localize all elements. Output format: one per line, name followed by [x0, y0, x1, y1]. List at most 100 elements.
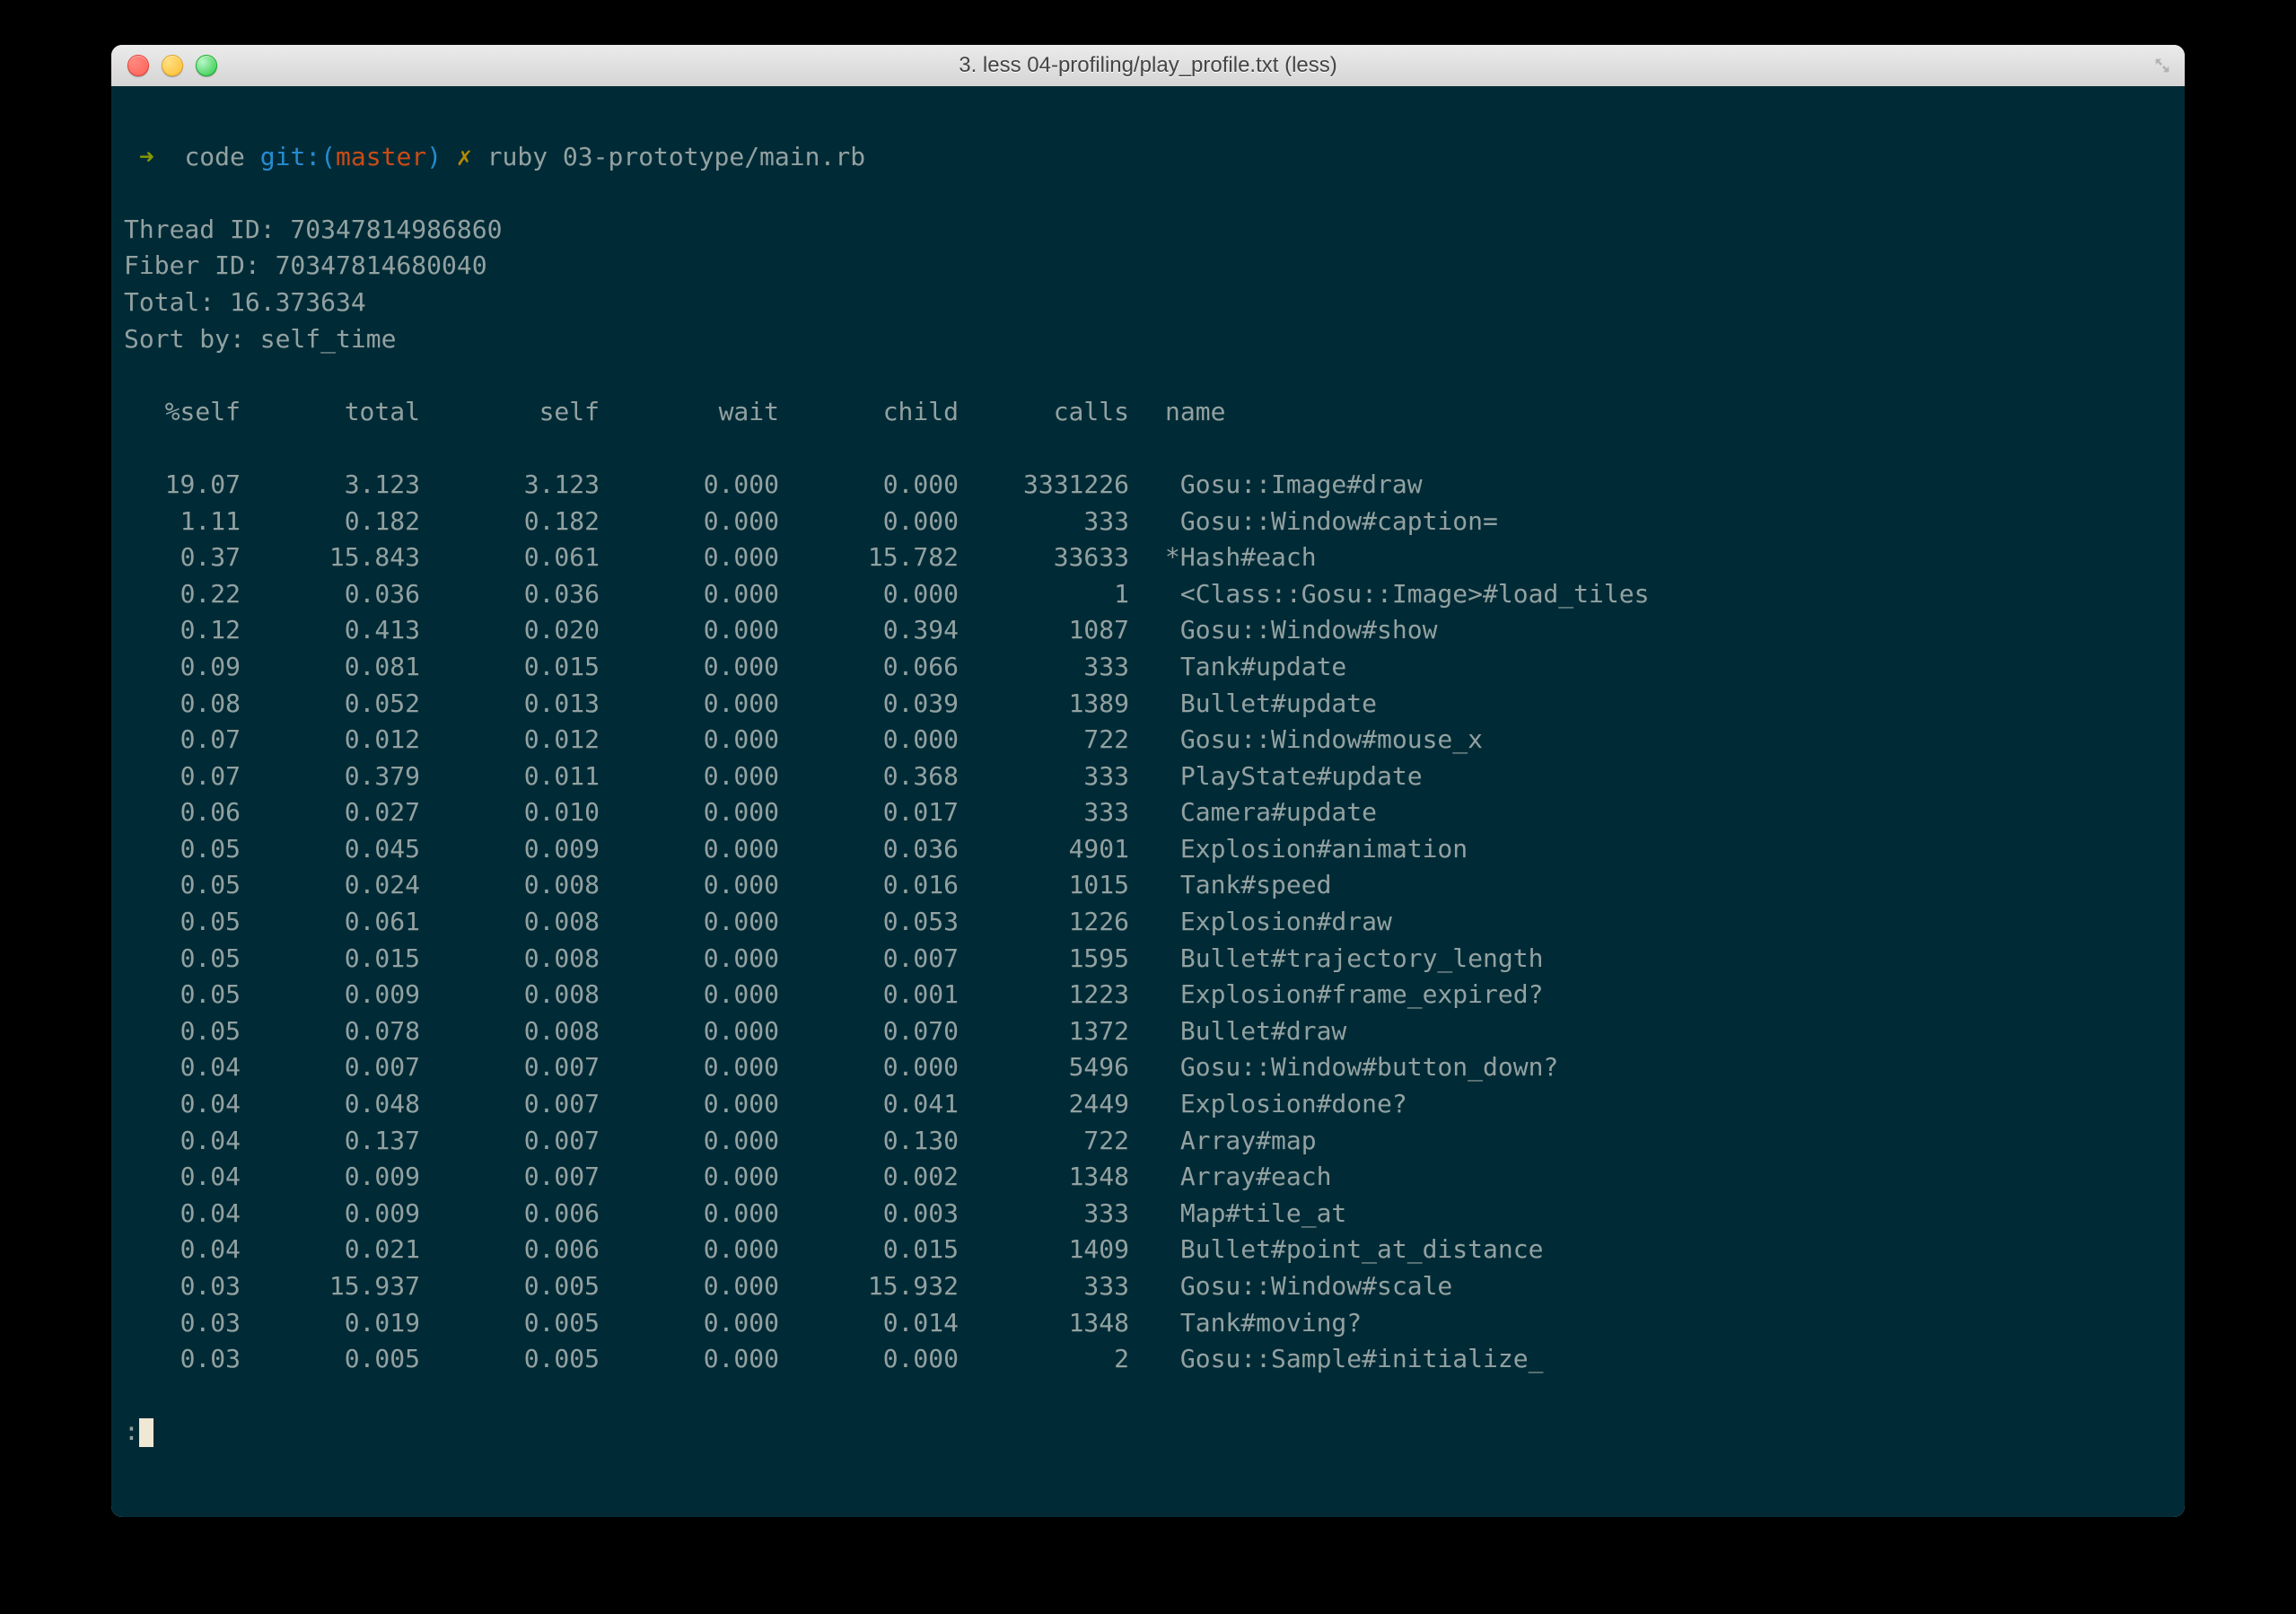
col-child: child — [779, 394, 959, 431]
cell-wait: 0.000 — [600, 504, 779, 540]
cell-child: 0.000 — [779, 1049, 959, 1086]
cell-total: 15.937 — [241, 1268, 420, 1305]
cell-child: 0.368 — [779, 759, 959, 795]
col-self: self — [420, 394, 600, 431]
table-row: 0.220.0360.0360.0000.0001 <Class::Gosu::… — [124, 576, 2172, 613]
cell-child: 0.053 — [779, 904, 959, 941]
cell-child: 0.017 — [779, 794, 959, 831]
cell-calls: 1087 — [959, 612, 1129, 649]
table-row: 0.050.0240.0080.0000.0161015 Tank#speed — [124, 867, 2172, 904]
cell-self: 0.005 — [420, 1305, 600, 1342]
cell-self: 0.006 — [420, 1232, 600, 1268]
fullscreen-icon[interactable] — [2152, 56, 2172, 75]
table-row: 0.040.0070.0070.0000.0005496 Gosu::Windo… — [124, 1049, 2172, 1086]
cell-self: 0.011 — [420, 759, 600, 795]
table-row: 0.060.0270.0100.0000.017333 Camera#updat… — [124, 794, 2172, 831]
table-row: 0.030.0050.0050.0000.0002 Gosu::Sample#i… — [124, 1341, 2172, 1378]
prompt-path: code — [184, 142, 244, 171]
cell-self: 0.006 — [420, 1196, 600, 1232]
cell-wait: 0.000 — [600, 539, 779, 576]
cell-total: 0.009 — [241, 1159, 420, 1196]
cell-name: Gosu::Window#caption= — [1129, 504, 2172, 540]
cell-total: 0.052 — [241, 686, 420, 723]
prompt-arrow: ➜ — [139, 142, 154, 171]
cell-child: 0.394 — [779, 612, 959, 649]
cell-wait: 0.000 — [600, 759, 779, 795]
sort-by: Sort by: self_time — [124, 324, 396, 354]
cell-calls: 333 — [959, 504, 1129, 540]
cell-self: 0.061 — [420, 539, 600, 576]
cell-calls: 3331226 — [959, 467, 1129, 504]
table-row: 0.040.0210.0060.0000.0151409 Bullet#poin… — [124, 1232, 2172, 1268]
cell-total: 0.009 — [241, 1196, 420, 1232]
cell-self_pct: 0.08 — [124, 686, 241, 723]
cell-self_pct: 0.05 — [124, 904, 241, 941]
cell-total: 0.137 — [241, 1123, 420, 1160]
cell-child: 0.003 — [779, 1196, 959, 1232]
cell-calls: 333 — [959, 1268, 1129, 1305]
cell-wait: 0.000 — [600, 1196, 779, 1232]
fiber-id: Fiber ID: 70347814680040 — [124, 250, 487, 280]
cell-total: 0.021 — [241, 1232, 420, 1268]
table-row: 0.040.1370.0070.0000.130722 Array#map — [124, 1123, 2172, 1160]
cell-name: Camera#update — [1129, 794, 2172, 831]
minimize-button[interactable] — [162, 55, 183, 76]
cell-child: 0.039 — [779, 686, 959, 723]
terminal-content[interactable]: ➜ code git:(master) ✗ ruby 03-prototype/… — [111, 86, 2185, 1517]
cell-calls: 33633 — [959, 539, 1129, 576]
table-header: %selftotalselfwaitchildcallsname — [124, 394, 2172, 431]
cell-wait: 0.000 — [600, 467, 779, 504]
cursor — [139, 1418, 153, 1447]
cell-self_pct: 0.05 — [124, 941, 241, 978]
terminal-window: 3. less 04-profiling/play_profile.txt (l… — [111, 45, 2185, 1517]
zoom-button[interactable] — [196, 55, 217, 76]
cell-calls: 333 — [959, 794, 1129, 831]
less-prompt[interactable]: : — [124, 1414, 2172, 1451]
cell-self_pct: 0.05 — [124, 831, 241, 868]
cell-total: 0.036 — [241, 576, 420, 613]
cell-total: 15.843 — [241, 539, 420, 576]
window-titlebar[interactable]: 3. less 04-profiling/play_profile.txt (l… — [111, 45, 2185, 87]
cell-name: PlayState#update — [1129, 759, 2172, 795]
cell-total: 0.048 — [241, 1086, 420, 1123]
cell-self: 0.020 — [420, 612, 600, 649]
cell-wait: 0.000 — [600, 1268, 779, 1305]
cell-child: 0.066 — [779, 649, 959, 686]
table-row: 0.040.0090.0070.0000.0021348 Array#each — [124, 1159, 2172, 1196]
cell-child: 0.007 — [779, 941, 959, 978]
table-row: 0.050.0780.0080.0000.0701372 Bullet#draw — [124, 1013, 2172, 1050]
col-name: name — [1129, 394, 2172, 431]
cell-name: Bullet#draw — [1129, 1013, 2172, 1050]
table-row: 0.090.0810.0150.0000.066333 Tank#update — [124, 649, 2172, 686]
cell-calls: 1389 — [959, 686, 1129, 723]
cell-self_pct: 0.03 — [124, 1305, 241, 1342]
cell-total: 0.007 — [241, 1049, 420, 1086]
cell-child: 0.000 — [779, 504, 959, 540]
cell-calls: 1595 — [959, 941, 1129, 978]
cell-name: *Hash#each — [1129, 539, 2172, 576]
cell-name: Bullet#update — [1129, 686, 2172, 723]
cell-self_pct: 0.04 — [124, 1123, 241, 1160]
cell-self_pct: 0.07 — [124, 722, 241, 759]
cell-child: 0.016 — [779, 867, 959, 904]
cell-calls: 333 — [959, 759, 1129, 795]
cell-wait: 0.000 — [600, 1086, 779, 1123]
cell-name: Gosu::Window#mouse_x — [1129, 722, 2172, 759]
cell-calls: 333 — [959, 649, 1129, 686]
table-row: 19.073.1233.1230.0000.0003331226 Gosu::I… — [124, 467, 2172, 504]
table-row: 0.040.0480.0070.0000.0412449 Explosion#d… — [124, 1086, 2172, 1123]
cell-self: 0.008 — [420, 867, 600, 904]
cell-wait: 0.000 — [600, 576, 779, 613]
cell-name: Bullet#point_at_distance — [1129, 1232, 2172, 1268]
cell-self: 0.005 — [420, 1268, 600, 1305]
cell-child: 0.000 — [779, 576, 959, 613]
cell-name: Explosion#frame_expired? — [1129, 977, 2172, 1013]
cell-self: 0.182 — [420, 504, 600, 540]
cell-self: 0.010 — [420, 794, 600, 831]
cell-calls: 1372 — [959, 1013, 1129, 1050]
table-row: 0.030.0190.0050.0000.0141348 Tank#moving… — [124, 1305, 2172, 1342]
cell-calls: 1409 — [959, 1232, 1129, 1268]
cell-self: 0.007 — [420, 1086, 600, 1123]
close-button[interactable] — [127, 55, 149, 76]
thread-id: Thread ID: 70347814986860 — [124, 215, 502, 244]
